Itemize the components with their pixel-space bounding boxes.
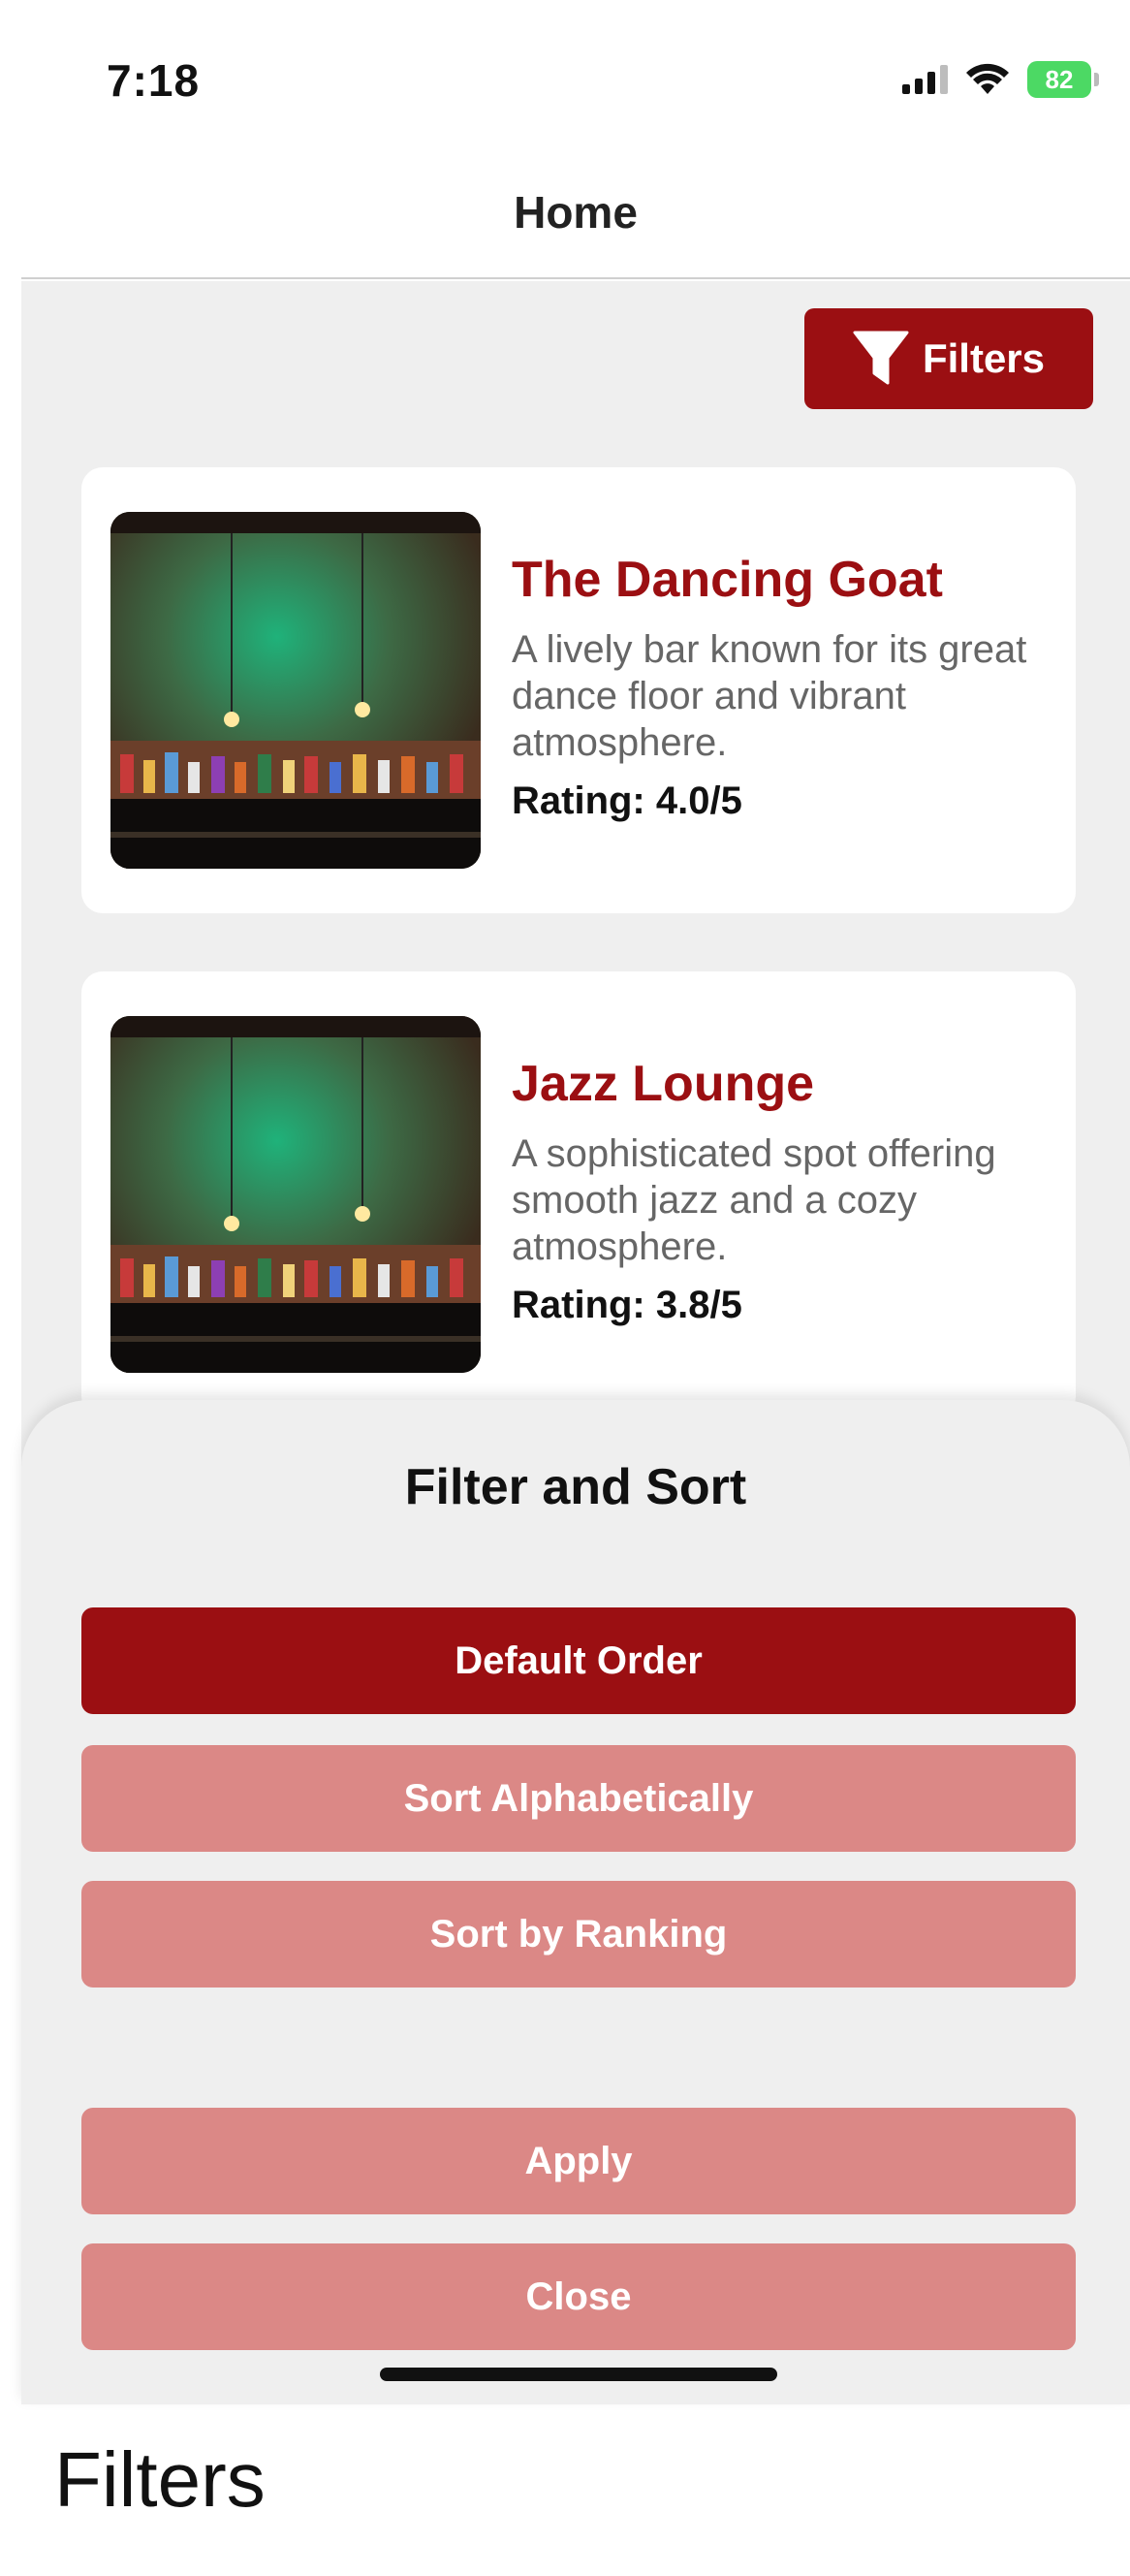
filters-button[interactable]: Filters <box>804 308 1093 409</box>
status-time: 7:18 <box>107 55 201 106</box>
default-order-button[interactable]: Default Order <box>81 1607 1076 1714</box>
filter-sort-sheet: Filter and Sort Default Order Sort Alpha… <box>21 1400 1130 2404</box>
battery-level: 82 <box>1045 64 1074 94</box>
sort-by-ranking-button[interactable]: Sort by Ranking <box>81 1881 1076 1988</box>
bar-photo <box>110 1016 481 1373</box>
navigation-bar: Home <box>21 155 1130 279</box>
home-indicator[interactable] <box>380 2368 777 2381</box>
bar-description: A sophisticated spot offering smooth jaz… <box>512 1132 996 1268</box>
battery-icon: 82 <box>1027 61 1099 98</box>
bar-card-text: Jazz Lounge A sophisticated spot offerin… <box>512 1055 1054 1327</box>
bar-description: A lively bar known for its great dance f… <box>512 628 1027 764</box>
screenshot-caption: Filters <box>54 2436 266 2523</box>
close-button[interactable]: Close <box>81 2243 1076 2350</box>
sort-alphabetically-button[interactable]: Sort Alphabetically <box>81 1745 1076 1852</box>
bar-name: Jazz Lounge <box>512 1056 815 1112</box>
filter-icon <box>853 331 909 385</box>
filters-button-label: Filters <box>922 335 1046 381</box>
bar-rating: Rating: 4.0/5 <box>512 779 742 822</box>
bar-card[interactable]: Jazz Lounge A sophisticated spot offerin… <box>81 971 1076 1417</box>
bar-card-text: The Dancing Goat A lively bar known for … <box>512 551 1054 823</box>
bar-rating: Rating: 3.8/5 <box>512 1284 742 1326</box>
status-bar: 7:18 82 <box>0 0 1130 155</box>
signal-icon <box>902 65 948 94</box>
bar-card[interactable]: The Dancing Goat A lively bar known for … <box>81 467 1076 913</box>
wifi-icon <box>966 63 1009 94</box>
bar-name: The Dancing Goat <box>512 552 943 608</box>
page-title: Home <box>514 187 638 238</box>
bar-photo <box>110 512 481 869</box>
apply-button[interactable]: Apply <box>81 2108 1076 2214</box>
status-icons: 82 <box>902 60 1099 99</box>
sheet-title: Filter and Sort <box>404 1459 747 1515</box>
